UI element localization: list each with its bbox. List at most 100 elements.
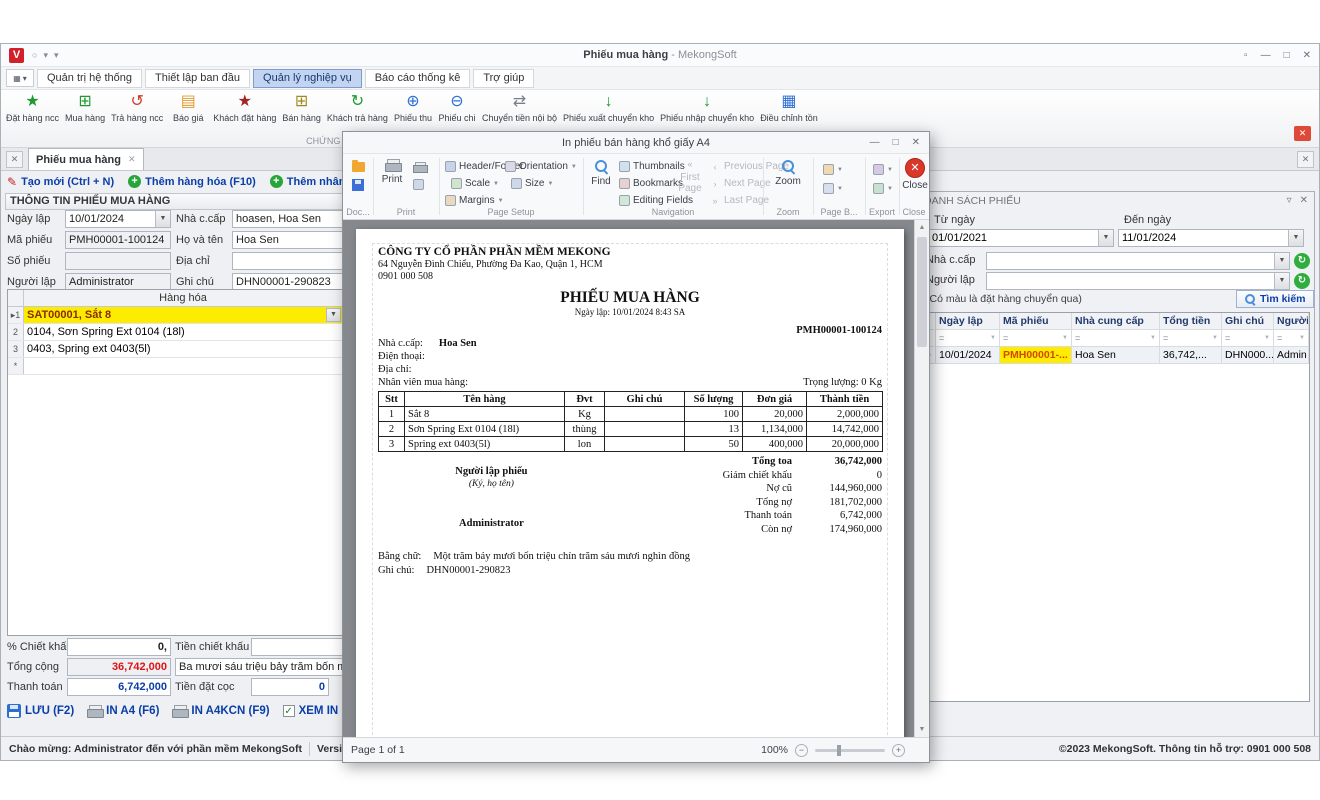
date-dropdown-icon[interactable]: ▼ bbox=[1288, 230, 1303, 246]
filter-cell[interactable]: =▼ bbox=[1000, 330, 1072, 346]
new-button[interactable]: ✎Tạo mới (Ctrl + N) bbox=[7, 176, 114, 188]
export-email-button[interactable]: ▼ bbox=[873, 182, 893, 195]
column-ghi-chu[interactable]: Ghi chú bbox=[1222, 313, 1274, 329]
preview-scrollbar[interactable]: ▲ ▼ bbox=[914, 220, 929, 737]
scale-button[interactable]: Scale▼ bbox=[451, 177, 499, 190]
item-row-1[interactable]: ▸1 SAT00001, Sắt 8 ▼ bbox=[8, 307, 342, 324]
filter-cell[interactable]: =▼ bbox=[1274, 330, 1309, 346]
watermark-button[interactable]: ▼ bbox=[823, 182, 843, 195]
nguoi-lap-filter-field[interactable]: ▼ bbox=[986, 272, 1290, 290]
find-button[interactable]: Find bbox=[588, 159, 614, 187]
filter-cell[interactable]: =▼ bbox=[1222, 330, 1274, 346]
ribbon-item-phieu-chi[interactable]: ⊖Phiếu chi bbox=[435, 91, 479, 123]
orientation-button[interactable]: Orientation▼ bbox=[505, 160, 577, 173]
pin-icon[interactable]: ▿ bbox=[1287, 195, 1292, 206]
column-hang-hoa[interactable]: Hàng hóa bbox=[24, 290, 342, 306]
minimize-icon[interactable]: — bbox=[1261, 50, 1271, 61]
maximize-icon[interactable]: □ bbox=[1284, 50, 1290, 61]
column-ma-phieu[interactable]: Mã phiếu bbox=[1000, 313, 1072, 329]
page-setup-dialog-icon[interactable] bbox=[413, 179, 424, 190]
voucher-row[interactable]: ▸ 10/01/2024 PMH00001-... Hoa Sen 36,742… bbox=[923, 347, 1309, 364]
tab-tro-giup[interactable]: Trợ giúp bbox=[473, 69, 534, 88]
circle-icon[interactable]: ○ bbox=[32, 50, 37, 60]
ribbon-item-khach-tra-hang[interactable]: ↻Khách trả hàng bbox=[324, 91, 391, 123]
print-a4-button[interactable]: IN A4 (F6) bbox=[87, 705, 159, 718]
ribbon-item-mua-hang[interactable]: ⊞Mua hàng bbox=[62, 91, 108, 123]
close-tab-icon[interactable]: ✕ bbox=[128, 154, 136, 165]
date-dropdown-icon[interactable]: ▼ bbox=[1098, 230, 1113, 246]
pin-icon[interactable]: ▫ bbox=[1244, 50, 1248, 61]
first-page-button[interactable]: «First Page bbox=[673, 159, 707, 194]
page-color-button[interactable]: ▼ bbox=[823, 163, 843, 176]
qat-overflow-icon[interactable]: ▾ bbox=[54, 50, 59, 61]
combo-dropdown-icon[interactable]: ▼ bbox=[1274, 273, 1289, 289]
column-ngay-lap[interactable]: Ngày lập bbox=[936, 313, 1000, 329]
zoom-slider[interactable] bbox=[815, 749, 885, 752]
ribbon-item-dat-hang-ncc[interactable]: ★Đặt hàng ncc bbox=[3, 91, 62, 123]
refresh-icon[interactable]: ↻ bbox=[1294, 253, 1310, 269]
ribbon-item-phieu-nhap-chuyen-kho[interactable]: ↓Phiếu nhập chuyển kho bbox=[657, 91, 757, 123]
open-document-icon[interactable] bbox=[352, 162, 365, 172]
last-page-button[interactable]: »Last Page bbox=[709, 194, 769, 207]
ribbon-item-phieu-xuat-chuyen-kho[interactable]: ↓Phiếu xuất chuyển kho bbox=[560, 91, 657, 123]
preview-area[interactable]: CÔNG TY CỔ PHẦN PHẦN MỀM MEKONG 64 Nguyễ… bbox=[343, 220, 914, 737]
quick-access-toolbar[interactable]: ○ ▾ ▾ bbox=[32, 50, 59, 61]
margins-button[interactable]: Margins▼ bbox=[445, 194, 504, 207]
checkbox-checked-icon[interactable]: ✓ bbox=[283, 705, 295, 717]
maximize-icon[interactable]: □ bbox=[893, 137, 899, 148]
ribbon-item-tra-hang-ncc[interactable]: ↺Trả hàng ncc bbox=[108, 91, 166, 123]
close-icon[interactable]: ✕ bbox=[1300, 195, 1308, 206]
ribbon-collapse-button[interactable]: ✕ bbox=[1294, 126, 1311, 141]
scroll-down-icon[interactable]: ▼ bbox=[915, 722, 929, 737]
app-menu-button[interactable]: ▦▾ bbox=[6, 69, 34, 87]
close-panel-icon[interactable]: ✕ bbox=[1297, 151, 1314, 168]
ma-phieu-field[interactable]: PMH00001-100124 bbox=[65, 231, 171, 249]
chevron-down-icon[interactable]: ▾ bbox=[43, 50, 48, 61]
dialog-title-bar[interactable]: In phiếu bán hàng khổ giấy A4 — □ ✕ bbox=[343, 132, 929, 154]
refresh-icon[interactable]: ↻ bbox=[1294, 273, 1310, 289]
quick-print-icon[interactable] bbox=[413, 162, 426, 173]
ribbon-item-bao-gia[interactable]: ▤Báo giá bbox=[166, 91, 210, 123]
combo-dropdown-icon[interactable]: ▼ bbox=[1274, 253, 1289, 269]
den-ngay-field[interactable]: 11/01/2024▼ bbox=[1118, 229, 1304, 247]
editing-fields-button[interactable]: Editing Fields bbox=[619, 194, 693, 207]
print-a4kcn-button[interactable]: IN A4KCN (F9) bbox=[172, 705, 269, 718]
preview-checkbox[interactable]: ✓XEM IN bbox=[283, 705, 339, 717]
tab-thiet-lap-ban-dau[interactable]: Thiết lập ban đầu bbox=[145, 69, 250, 88]
filter-cell[interactable]: =▼ bbox=[936, 330, 1000, 346]
nha-ccap-filter-field[interactable]: ▼ bbox=[986, 252, 1290, 270]
zoom-slider-thumb[interactable] bbox=[837, 745, 841, 756]
column-nha-cung-cap[interactable]: Nhà cung cấp bbox=[1072, 313, 1160, 329]
close-icon[interactable]: ✕ bbox=[912, 137, 920, 148]
item-combo-dropdown-icon[interactable]: ▼ bbox=[326, 308, 341, 322]
tab-phieu-mua-hang[interactable]: Phiếu mua hàng✕ bbox=[28, 148, 144, 170]
ribbon-item-ban-hang[interactable]: ⊞Bán hàng bbox=[279, 91, 324, 123]
item-row-3[interactable]: 3 0403, Spring ext 0403(5l) bbox=[8, 341, 342, 358]
column-nguoi[interactable]: Người bbox=[1274, 313, 1309, 329]
scroll-up-icon[interactable]: ▲ bbox=[915, 220, 929, 235]
ribbon-item-khach-dat-hang[interactable]: ★Khách đặt hàng bbox=[210, 91, 279, 123]
close-all-tabs-icon[interactable]: ✕ bbox=[6, 151, 23, 168]
column-tong-tien[interactable]: Tổng tiền bbox=[1160, 313, 1222, 329]
so-phieu-field[interactable] bbox=[65, 252, 171, 270]
items-grid-header[interactable]: Hàng hóa bbox=[8, 290, 342, 307]
tong-cong-words-field[interactable]: Ba mươi sáu triệu bảy trăm bốn mươi h bbox=[175, 658, 361, 676]
item-row-2[interactable]: 2 0104, Sơn Spring Ext 0104 (18l) bbox=[8, 324, 342, 341]
filter-cell[interactable]: =▼ bbox=[1160, 330, 1222, 346]
tab-quan-tri-he-thong[interactable]: Quản trị hệ thống bbox=[37, 69, 142, 88]
ngay-lap-field[interactable]: 10/01/2024▼ bbox=[65, 210, 171, 228]
tab-bao-cao-thong-ke[interactable]: Báo cáo thống kê bbox=[365, 69, 471, 88]
tab-quan-ly-nghiep-vu[interactable]: Quản lý nghiệp vụ bbox=[253, 69, 362, 88]
ribbon-item-chuyen-tien-noi-bo[interactable]: ⇄Chuyển tiền nội bộ bbox=[479, 91, 560, 123]
zoom-button[interactable]: Zoom bbox=[773, 159, 803, 187]
tien-dat-coc-field[interactable]: 0 bbox=[251, 678, 329, 696]
search-button[interactable]: Tìm kiếm bbox=[1236, 290, 1314, 308]
scrollbar-thumb[interactable] bbox=[917, 237, 927, 347]
ribbon-item-dieu-chinh-ton[interactable]: ▦Điều chỉnh tồn bbox=[757, 91, 821, 123]
zoom-in-icon[interactable]: + bbox=[892, 744, 905, 757]
close-icon[interactable]: ✕ bbox=[1303, 50, 1311, 61]
export-pdf-button[interactable]: ▼ bbox=[873, 163, 893, 176]
minimize-icon[interactable]: — bbox=[870, 137, 880, 148]
print-button[interactable]: Print bbox=[377, 159, 407, 185]
date-dropdown-icon[interactable]: ▼ bbox=[155, 211, 170, 227]
